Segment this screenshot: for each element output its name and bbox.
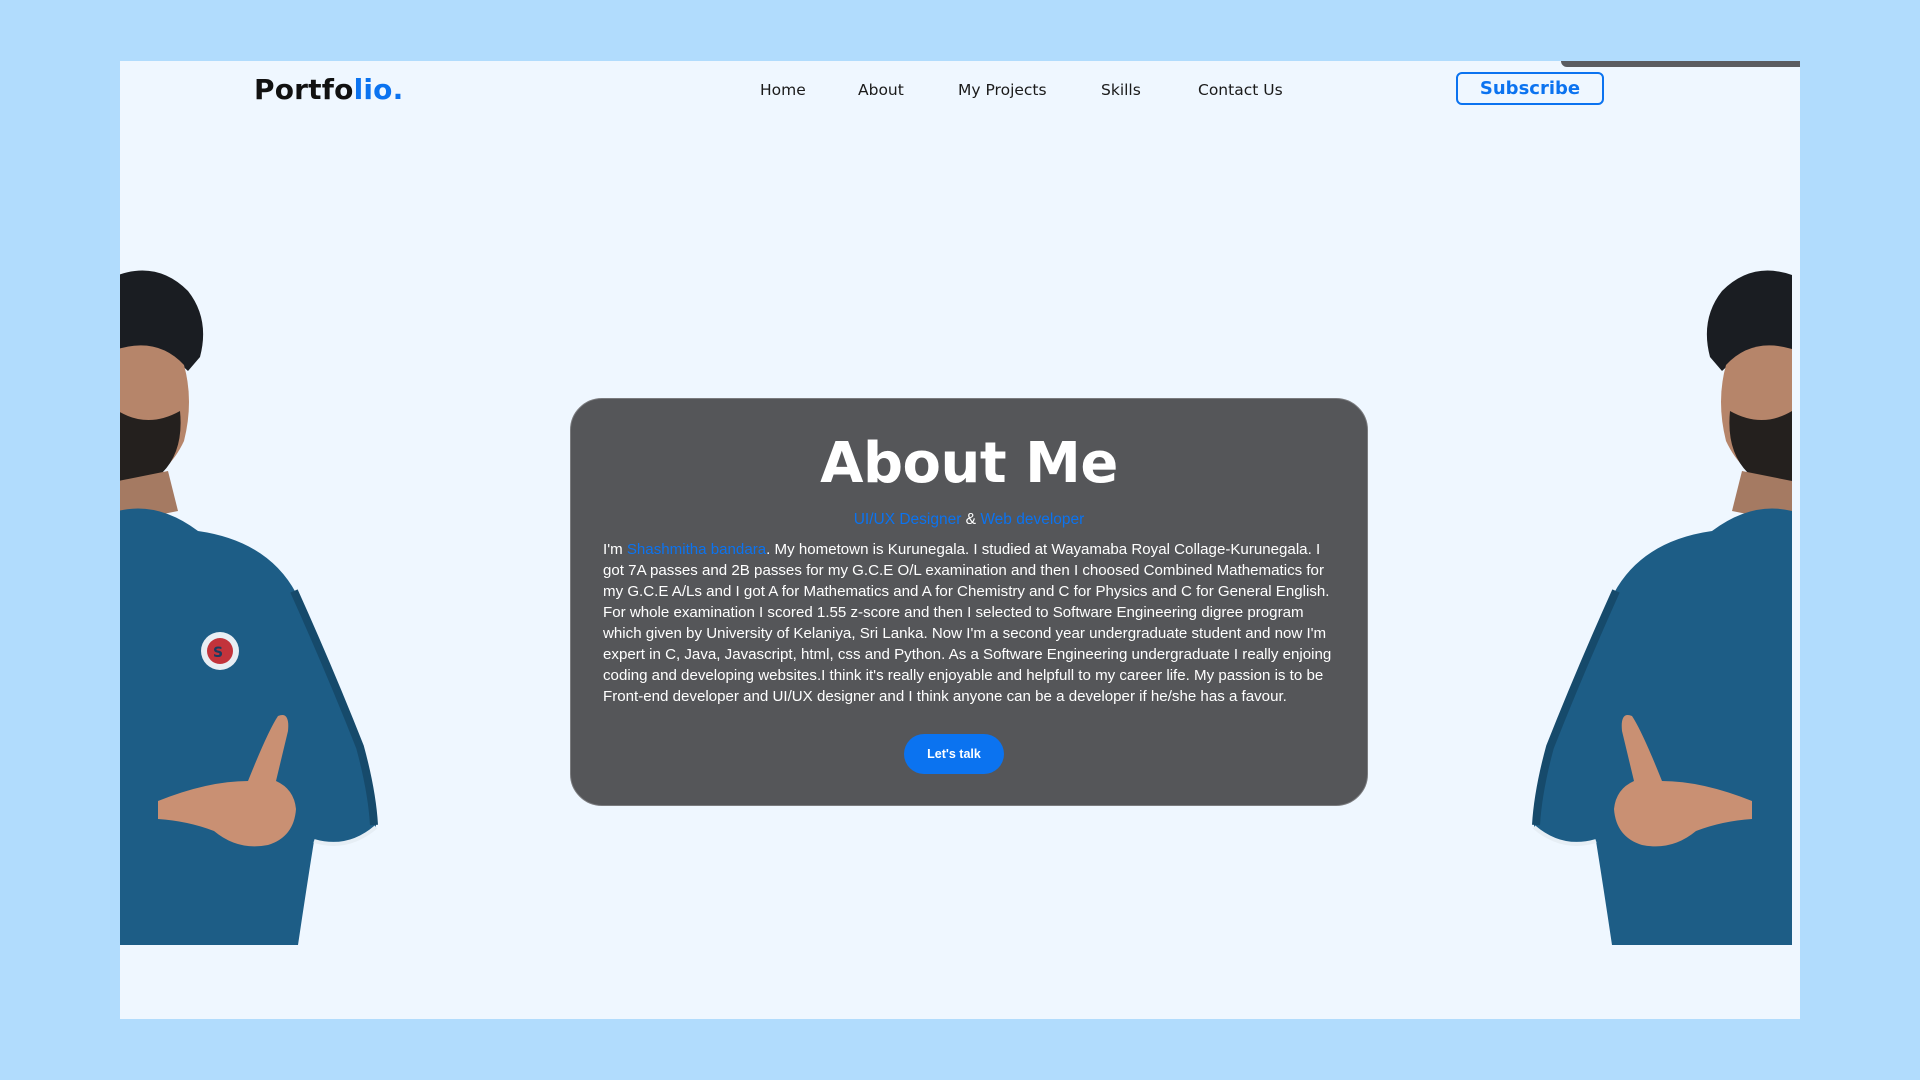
role-uiux: UI/UX Designer [853,511,962,528]
svg-text:S: S [213,645,223,661]
nav-link-contact-us[interactable]: Contact Us [1198,81,1283,99]
top-navigation: Portfolio. Home About My Projects Skills… [120,61,1800,121]
lets-talk-button[interactable]: Let's talk [904,734,1004,774]
role-separator: & [961,511,981,528]
subscribe-button[interactable]: Subscribe [1456,72,1604,105]
nav-link-skills[interactable]: Skills [1101,81,1141,99]
about-title: About Me [820,431,1118,496]
role-subtitle: UI/UX Designer & Web developer [571,511,1367,529]
nav-link-home[interactable]: Home [760,81,806,99]
nav-link-my-projects[interactable]: My Projects [958,81,1047,99]
profile-photo-right [1522,261,1792,945]
browser-viewport: Portfolio. Home About My Projects Skills… [120,61,1800,1019]
bio-paragraph: I'm Shashmitha bandara. My hometown is K… [603,539,1339,707]
logo-main-text: Portfo [254,73,354,106]
nav-link-about[interactable]: About [858,81,904,99]
about-me-card: About Me UI/UX Designer & Web developer … [570,398,1368,806]
bio-text: . My hometown is Kurunegala. I studied a… [603,541,1332,705]
bio-prefix: I'm [603,541,627,558]
site-logo[interactable]: Portfolio. [254,73,403,106]
role-web-developer: Web developer [980,511,1085,528]
logo-accent-text: lio. [353,73,404,106]
bio-name: Shashmitha bandara [626,541,767,558]
profile-photo-left: S [120,261,388,945]
